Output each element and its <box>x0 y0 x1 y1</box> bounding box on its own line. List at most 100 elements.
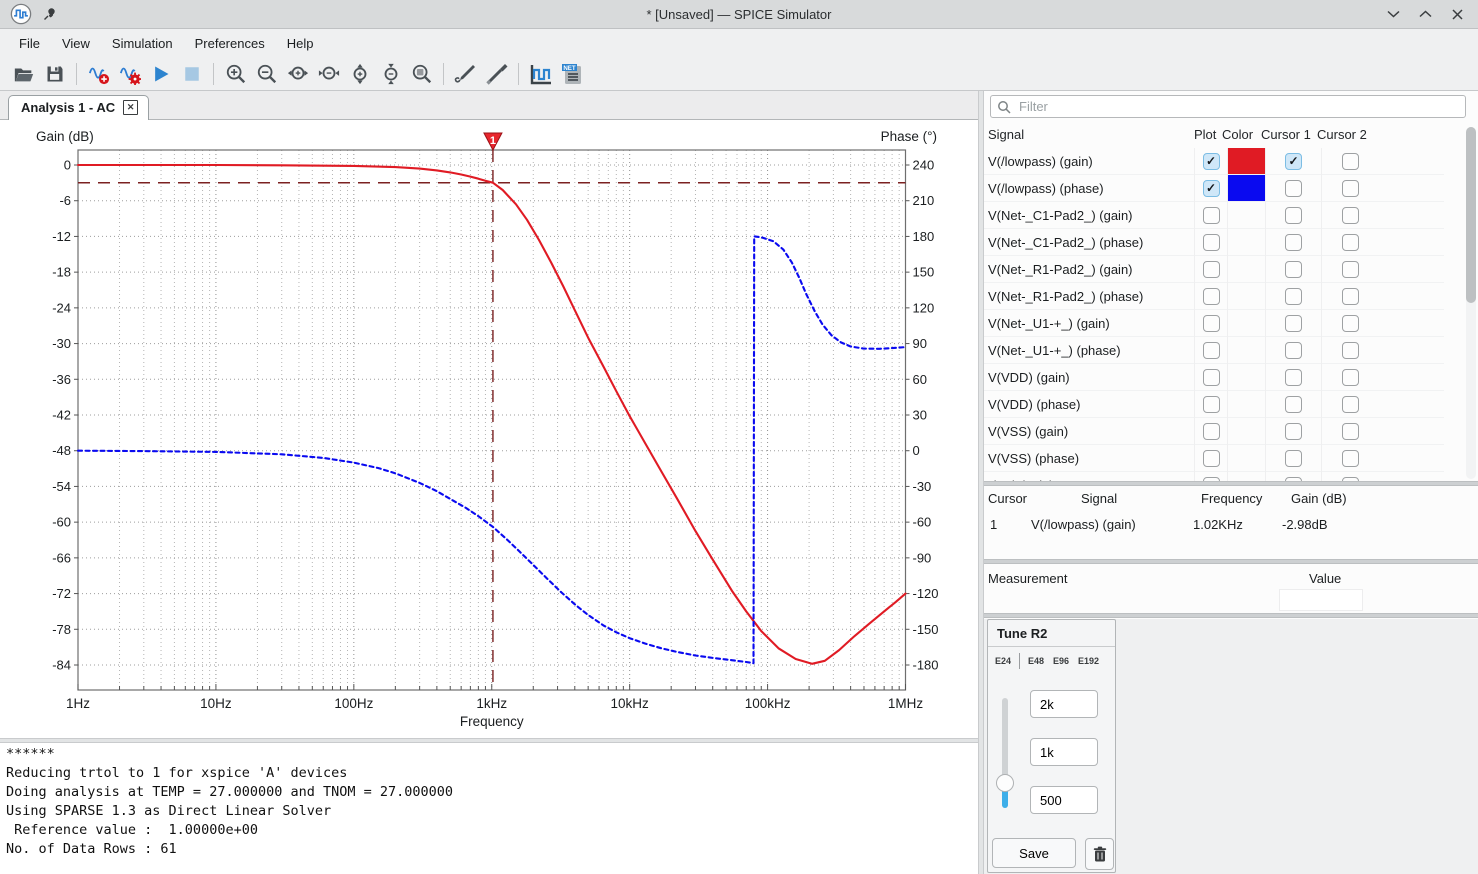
cursor1-checkbox[interactable] <box>1285 423 1302 440</box>
stop-simulation-button[interactable] <box>176 60 207 88</box>
tune-slider[interactable] <box>1002 698 1008 808</box>
cursor2-checkbox[interactable] <box>1342 180 1359 197</box>
save-button[interactable]: Save <box>992 838 1076 868</box>
signal-list-scrollbar[interactable] <box>1466 127 1476 479</box>
cursor2-checkbox[interactable] <box>1342 369 1359 386</box>
zoom-in-button[interactable] <box>220 60 251 88</box>
zoom-out-button[interactable] <box>251 60 282 88</box>
plot-checkbox[interactable] <box>1203 261 1220 278</box>
zoom-out-horizontally-button[interactable] <box>313 60 344 88</box>
cursor1-checkbox[interactable] <box>1285 342 1302 359</box>
color-swatch[interactable] <box>1228 175 1265 201</box>
tune-section-splitter[interactable] <box>984 613 1478 618</box>
color-swatch[interactable] <box>1228 148 1265 174</box>
signal-label: V(VDD) (gain) <box>984 370 1194 385</box>
delete-tune-button[interactable] <box>1085 838 1114 870</box>
plot-cell <box>1194 418 1227 445</box>
cursor2-checkbox[interactable] <box>1342 288 1359 305</box>
minimize-button[interactable] <box>1384 5 1402 23</box>
cursor1-checkbox[interactable] <box>1285 207 1302 224</box>
plot-checkbox[interactable] <box>1203 153 1220 170</box>
signal-row[interactable]: V(VDD) (gain) <box>984 364 1444 391</box>
tab-analysis-1-ac[interactable]: Analysis 1 - AC ✕ <box>8 95 149 120</box>
signal-row[interactable]: V(/lowpass) (gain) <box>984 148 1444 175</box>
plot-checkbox[interactable] <box>1203 234 1220 251</box>
tune-value-input[interactable] <box>1030 738 1098 766</box>
probe-signal-button[interactable] <box>450 60 481 88</box>
cursor1-checkbox[interactable] <box>1285 180 1302 197</box>
tab-e24[interactable]: E24 <box>995 656 1011 666</box>
menu-file[interactable]: File <box>8 32 51 55</box>
scrollbar-thumb[interactable] <box>1466 127 1476 303</box>
signal-row[interactable]: V(Net-_R1-Pad2_) (gain) <box>984 256 1444 283</box>
tab-e192[interactable]: E192 <box>1078 656 1099 666</box>
tune-slider-thumb[interactable] <box>996 774 1014 792</box>
zoom-in-horizontally-button[interactable] <box>282 60 313 88</box>
plot-checkbox[interactable] <box>1203 369 1220 386</box>
signal-row[interactable]: V(/lowpass) (phase) <box>984 175 1444 202</box>
plot-checkbox[interactable] <box>1203 396 1220 413</box>
tab-e96[interactable]: E96 <box>1053 656 1069 666</box>
menu-simulation[interactable]: Simulation <box>101 32 184 55</box>
cursor1-checkbox[interactable] <box>1285 261 1302 278</box>
zoom-in-vertically-button[interactable] <box>344 60 375 88</box>
maximize-button[interactable] <box>1416 5 1434 23</box>
menu-view[interactable]: View <box>51 32 101 55</box>
cursor1-checkbox[interactable] <box>1285 234 1302 251</box>
plot-checkbox[interactable] <box>1203 450 1220 467</box>
measurement-section-splitter[interactable] <box>984 559 1478 564</box>
plot-checkbox[interactable] <box>1203 423 1220 440</box>
open-workbook-button[interactable] <box>8 60 39 88</box>
cursor1-checkbox[interactable] <box>1285 315 1302 332</box>
signal-row[interactable]: V(VDD) (phase) <box>984 391 1444 418</box>
signal-row[interactable]: V(VSS) (gain) <box>984 418 1444 445</box>
cursor2-checkbox[interactable] <box>1342 342 1359 359</box>
bode-plot[interactable]: 0-6-12-18-24-30-36-42-48-54-60-66-72-78-… <box>0 120 978 738</box>
show-netlist-button[interactable]: NET <box>556 60 587 88</box>
run-simulation-button[interactable] <box>145 60 176 88</box>
cursor2-checkbox[interactable] <box>1342 423 1359 440</box>
tab-e48[interactable]: E48 <box>1028 656 1044 666</box>
plot-checkbox[interactable] <box>1203 207 1220 224</box>
cursor2-checkbox[interactable] <box>1342 261 1359 278</box>
menu-help[interactable]: Help <box>276 32 325 55</box>
tune-max-input[interactable] <box>1030 690 1098 718</box>
signal-row[interactable]: V(Net-_R1-Pad2_) (phase) <box>984 283 1444 310</box>
cursor-section-splitter[interactable] <box>984 481 1478 486</box>
cursor1-checkbox[interactable] <box>1285 369 1302 386</box>
plot-checkbox[interactable] <box>1203 288 1220 305</box>
cursor2-checkbox[interactable] <box>1342 450 1359 467</box>
menu-preferences[interactable]: Preferences <box>184 32 276 55</box>
signal-row[interactable]: I(C1) (gain) <box>984 472 1444 481</box>
plot-checkbox[interactable] <box>1203 315 1220 332</box>
signal-row[interactable]: V(Net-_C1-Pad2_) (phase) <box>984 229 1444 256</box>
tune-component-button[interactable] <box>481 60 512 88</box>
signal-row[interactable]: V(VSS) (phase) <box>984 445 1444 472</box>
save-workbook-button[interactable] <box>39 60 70 88</box>
cursor2-checkbox[interactable] <box>1342 234 1359 251</box>
cursor1-checkbox[interactable] <box>1285 288 1302 305</box>
cursor1-checkbox[interactable] <box>1285 396 1302 413</box>
cursor1-checkbox[interactable] <box>1285 153 1302 170</box>
cursor2-checkbox[interactable] <box>1342 315 1359 332</box>
signal-row[interactable]: V(Net-_U1-+_) (phase) <box>984 337 1444 364</box>
tune-min-input[interactable] <box>1030 786 1098 814</box>
cursor1-checkbox[interactable] <box>1285 450 1302 467</box>
cursor2-checkbox[interactable] <box>1342 153 1359 170</box>
filter-input[interactable] <box>1017 98 1459 115</box>
simulation-command-button[interactable] <box>525 60 556 88</box>
zoom-to-fit-button[interactable] <box>406 60 437 88</box>
signal-row[interactable]: V(Net-_U1-+_) (gain) <box>984 310 1444 337</box>
simulation-settings-button[interactable] <box>114 60 145 88</box>
new-analysis-tab-button[interactable] <box>83 60 114 88</box>
cursor2-checkbox[interactable] <box>1342 207 1359 224</box>
measurement-empty-row[interactable] <box>1279 589 1363 611</box>
close-button[interactable] <box>1448 5 1466 23</box>
cursor2-checkbox[interactable] <box>1342 396 1359 413</box>
signal-row[interactable]: V(Net-_C1-Pad2_) (gain) <box>984 202 1444 229</box>
plot-checkbox[interactable] <box>1203 342 1220 359</box>
zoom-out-vertically-button[interactable] <box>375 60 406 88</box>
tab-close-icon[interactable]: ✕ <box>123 100 138 115</box>
plot-checkbox[interactable] <box>1203 180 1220 197</box>
cursor1-cell <box>1265 310 1321 337</box>
